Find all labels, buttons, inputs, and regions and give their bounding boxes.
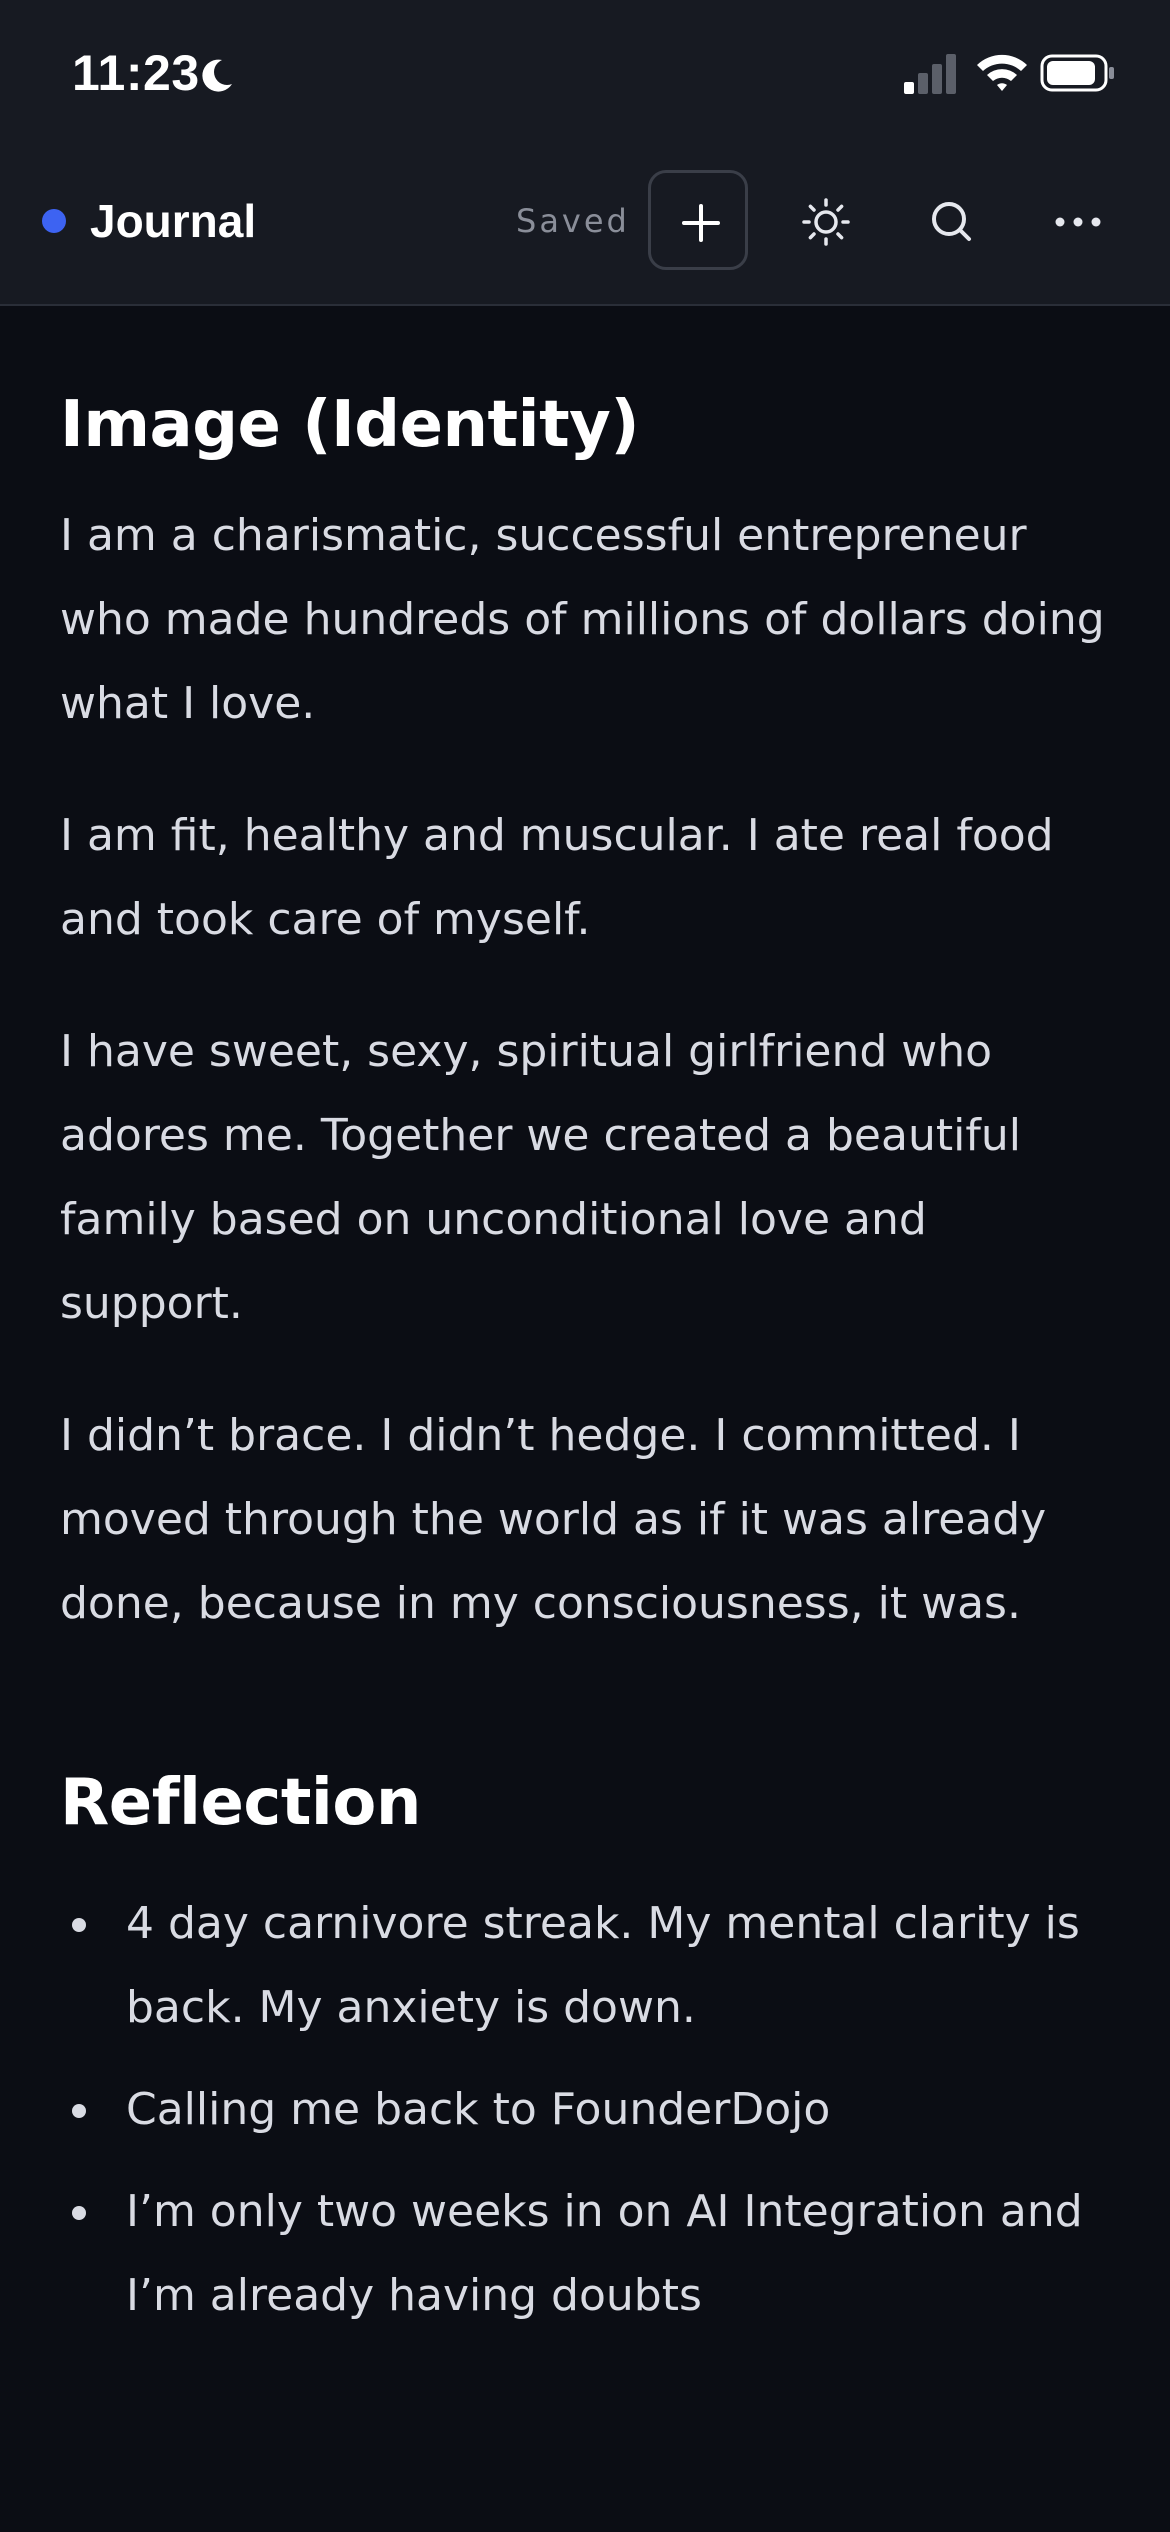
more-options-button[interactable] bbox=[1038, 182, 1118, 262]
app-header: Journal Saved bbox=[0, 150, 1170, 306]
list-item-text: I’m only two weeks in on AI Integration … bbox=[126, 2186, 1083, 2321]
journal-title[interactable]: Journal bbox=[90, 194, 256, 248]
bullet-icon bbox=[72, 2104, 86, 2118]
journal-entry-body[interactable]: Image (Identity) I am a charismatic, suc… bbox=[60, 380, 1120, 2356]
bullet-icon bbox=[72, 1918, 86, 1932]
status-time: 11:23 bbox=[72, 45, 200, 101]
journal-indicator-dot bbox=[42, 209, 66, 233]
add-entry-button[interactable] bbox=[648, 170, 748, 270]
plus-icon bbox=[682, 204, 720, 242]
list-item: Calling me back to FounderDojo bbox=[60, 2068, 1120, 2152]
list-item: I’m only two weeks in on AI Integration … bbox=[60, 2170, 1120, 2338]
list-item-text: Calling me back to FounderDojo bbox=[126, 2084, 831, 2135]
identity-paragraph: I didn’t brace. I didn’t hedge. I commit… bbox=[60, 1410, 1047, 1629]
more-horizontal-icon bbox=[1055, 217, 1101, 227]
save-status: Saved bbox=[516, 202, 630, 240]
wifi-icon bbox=[977, 54, 1027, 91]
bullet-icon bbox=[72, 2206, 86, 2220]
section-heading-identity: Image (Identity) bbox=[60, 388, 640, 462]
section-heading-reflection: Reflection bbox=[60, 1766, 421, 1840]
list-item: 4 day carnivore streak. My mental clarit… bbox=[60, 1882, 1120, 2050]
identity-paragraph: I am fit, healthy and muscular. I ate re… bbox=[60, 810, 1054, 945]
sun-icon bbox=[802, 198, 850, 246]
reflection-list: 4 day carnivore streak. My mental clarit… bbox=[60, 1882, 1120, 2338]
battery-icon bbox=[1040, 54, 1114, 92]
moon-icon bbox=[202, 59, 232, 92]
status-bar: 11:23 bbox=[0, 0, 1170, 150]
search-button[interactable] bbox=[912, 182, 992, 262]
cellular-signal-icon bbox=[904, 54, 956, 94]
identity-paragraph: I am a charismatic, successful entrepren… bbox=[60, 510, 1105, 729]
identity-paragraph: I have sweet, sexy, spiritual girlfriend… bbox=[60, 1026, 1021, 1329]
theme-toggle-button[interactable] bbox=[786, 182, 866, 262]
search-icon bbox=[932, 202, 971, 241]
list-item-text: 4 day carnivore streak. My mental clarit… bbox=[126, 1898, 1080, 2033]
